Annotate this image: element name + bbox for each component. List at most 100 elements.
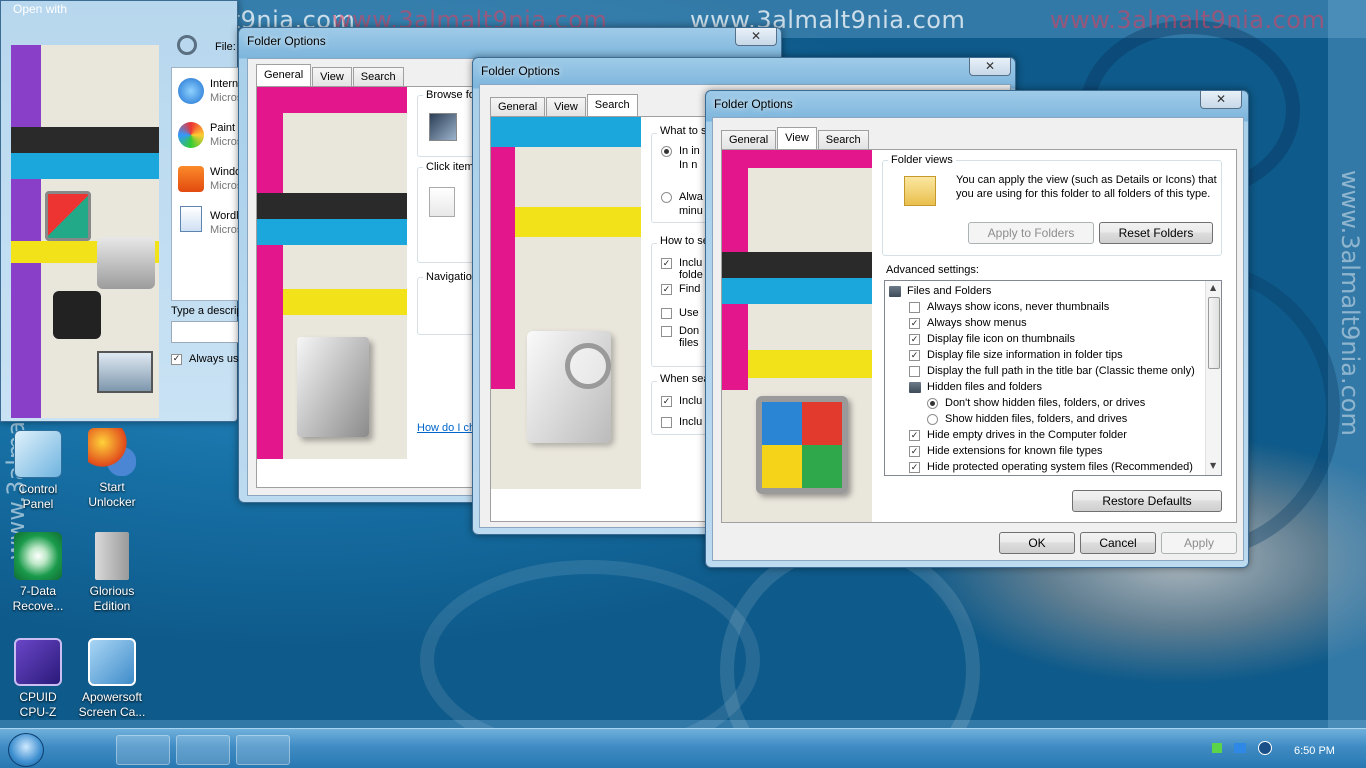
apply-to-folders-button[interactable]: Apply to Folders [968, 222, 1094, 244]
checkbox[interactable]: ✓ [909, 333, 920, 345]
restore-defaults-button[interactable]: Restore Defaults [1072, 490, 1222, 512]
reset-folders-button[interactable]: Reset Folders [1099, 222, 1213, 244]
tab-search[interactable]: Search [586, 94, 638, 117]
how-option[interactable]: Use [661, 305, 699, 321]
program-name[interactable]: Wordl [210, 210, 239, 222]
open-with-window[interactable]: Open with ✕ File: Intern Micros Paint Mi… [0, 0, 245, 422]
tree-row[interactable]: ✓ Display file icon on thumbnails [909, 331, 1075, 347]
checkbox[interactable]: ✓ [909, 461, 920, 473]
checkbox[interactable]: ✓ [909, 317, 920, 329]
checkbox[interactable] [661, 416, 672, 428]
radio-button[interactable] [927, 397, 938, 409]
checkbox[interactable]: ✓ [661, 257, 672, 269]
close-button[interactable]: ✕ [1200, 91, 1242, 109]
desktop-icon-apowersoft[interactable]: Apowersoft Screen Ca... [74, 638, 150, 720]
checkbox[interactable]: ✓ [661, 283, 672, 295]
checkbox[interactable] [909, 301, 920, 313]
search-option-always[interactable]: Alwa [661, 189, 703, 205]
display-icon[interactable] [1234, 743, 1246, 753]
program-name[interactable]: Intern [210, 78, 238, 90]
browse-folders-icon [429, 113, 457, 141]
option-label: In n [679, 159, 698, 171]
scroll-up-icon[interactable]: ▲ [1210, 283, 1216, 292]
control-panel-icon [14, 430, 62, 478]
checkbox[interactable]: ✓ [909, 445, 920, 457]
close-button[interactable]: ✕ [969, 58, 1011, 76]
apply-button[interactable]: Apply [1161, 532, 1237, 554]
when-option[interactable]: Inclu [661, 414, 702, 430]
checkbox[interactable]: ✓ [171, 353, 182, 365]
tree-row[interactable]: Display the full path in the title bar (… [909, 363, 1195, 379]
desktop-icon-start-unlocker[interactable]: Start Unlocker [74, 428, 150, 510]
tree-row[interactable]: Show hidden files, folders, and drives [927, 411, 1127, 427]
scroll-down-icon[interactable]: ▼ [1210, 461, 1216, 470]
desktop-icon-data-recovery[interactable]: 7-Data Recove... [0, 532, 76, 614]
advanced-settings-list[interactable]: Files and Folders Always show icons, nev… [884, 280, 1222, 476]
description-input[interactable] [171, 321, 239, 343]
scroll-thumb[interactable] [1208, 297, 1220, 369]
tab-general[interactable]: General [490, 97, 546, 116]
art-stripe [722, 278, 872, 304]
volume-icon[interactable] [1258, 741, 1272, 755]
file-label: File: [215, 41, 236, 53]
tree-row[interactable]: ✓ Always show menus [909, 315, 1027, 331]
folder-icon [909, 381, 921, 393]
checkbox[interactable]: ✓ [661, 395, 672, 407]
tab-search[interactable]: Search [817, 130, 869, 149]
program-name[interactable]: Paint [210, 122, 235, 134]
art-stripe [491, 147, 515, 389]
search-option-index[interactable]: In in [661, 143, 700, 159]
desktop-icon-cpuz[interactable]: CPUID CPU-Z [0, 638, 76, 720]
taskbar-clock[interactable]: 6:50 PM [1294, 745, 1335, 757]
tab-general[interactable]: General [256, 64, 312, 87]
option-label: Don [679, 325, 700, 337]
checkbox[interactable]: ✓ [909, 429, 920, 441]
tab-view[interactable]: View [312, 67, 352, 86]
radio-button[interactable] [661, 191, 672, 203]
taskbar-button[interactable] [236, 735, 290, 765]
radio-button[interactable] [927, 413, 938, 425]
checkbox[interactable] [661, 325, 672, 337]
taskbar-button[interactable] [116, 735, 170, 765]
desktop-icon-glorious-edition[interactable]: Glorious Edition [74, 532, 150, 614]
tree-row[interactable]: Always show icons, never thumbnails [909, 299, 1109, 315]
close-button[interactable]: ✕ [735, 28, 777, 46]
when-option[interactable]: ✓ Inclu [661, 393, 702, 409]
ok-button[interactable]: OK [999, 532, 1075, 554]
folder-views-description: You can apply the view (such as Details … [956, 174, 1217, 186]
art-stripe [257, 87, 407, 113]
tree-row[interactable]: Don't show hidden files, folders, or dri… [927, 395, 1145, 411]
option-label: folde [679, 269, 703, 281]
cancel-button[interactable]: Cancel [1080, 532, 1156, 554]
scrollbar[interactable]: ▲ ▼ [1205, 281, 1221, 475]
checkbox[interactable]: ✓ [909, 349, 920, 361]
search-icon[interactable] [177, 35, 197, 55]
taskbar-button[interactable] [176, 735, 230, 765]
desktop-icon-control-panel[interactable]: Control Panel [0, 430, 76, 512]
program-list[interactable]: Intern Micros Paint Micros Windo Micros … [171, 67, 242, 301]
tree-row[interactable]: ✓ Hide protected operating system files (… [909, 459, 1193, 475]
tree-row[interactable]: ✓ Hide empty drives in the Computer folde… [909, 427, 1127, 443]
tab-general[interactable]: General [721, 130, 777, 149]
checkbox[interactable] [909, 365, 920, 377]
open-with-art [11, 45, 159, 418]
tree-row[interactable]: ✓ Hide extensions for known file types [909, 443, 1102, 459]
tab-search[interactable]: Search [352, 67, 404, 86]
cpuz-icon [14, 638, 62, 686]
checkbox[interactable] [661, 307, 672, 319]
program-name[interactable]: Windo [210, 166, 241, 178]
start-button[interactable] [8, 733, 44, 767]
wordpad-icon [180, 206, 202, 232]
tab-strip: General View Search [256, 63, 405, 87]
folder-options-view-window[interactable]: Folder Options ✕ General View Search Fol… [705, 90, 1249, 568]
how-option[interactable]: ✓ Find [661, 281, 700, 297]
browse-group-title: Browse fo [423, 89, 478, 101]
radio-button[interactable] [661, 145, 672, 157]
help-link[interactable]: How do I ch [417, 422, 475, 434]
tree-row[interactable]: ✓ Display file size information in folder… [909, 347, 1123, 363]
always-use-checkbox[interactable]: ✓ Always use [171, 353, 245, 365]
network-icon[interactable] [1212, 743, 1222, 753]
desktop-icon-label: Start [99, 480, 125, 494]
tab-view[interactable]: View [777, 127, 817, 150]
tab-view[interactable]: View [546, 97, 586, 116]
